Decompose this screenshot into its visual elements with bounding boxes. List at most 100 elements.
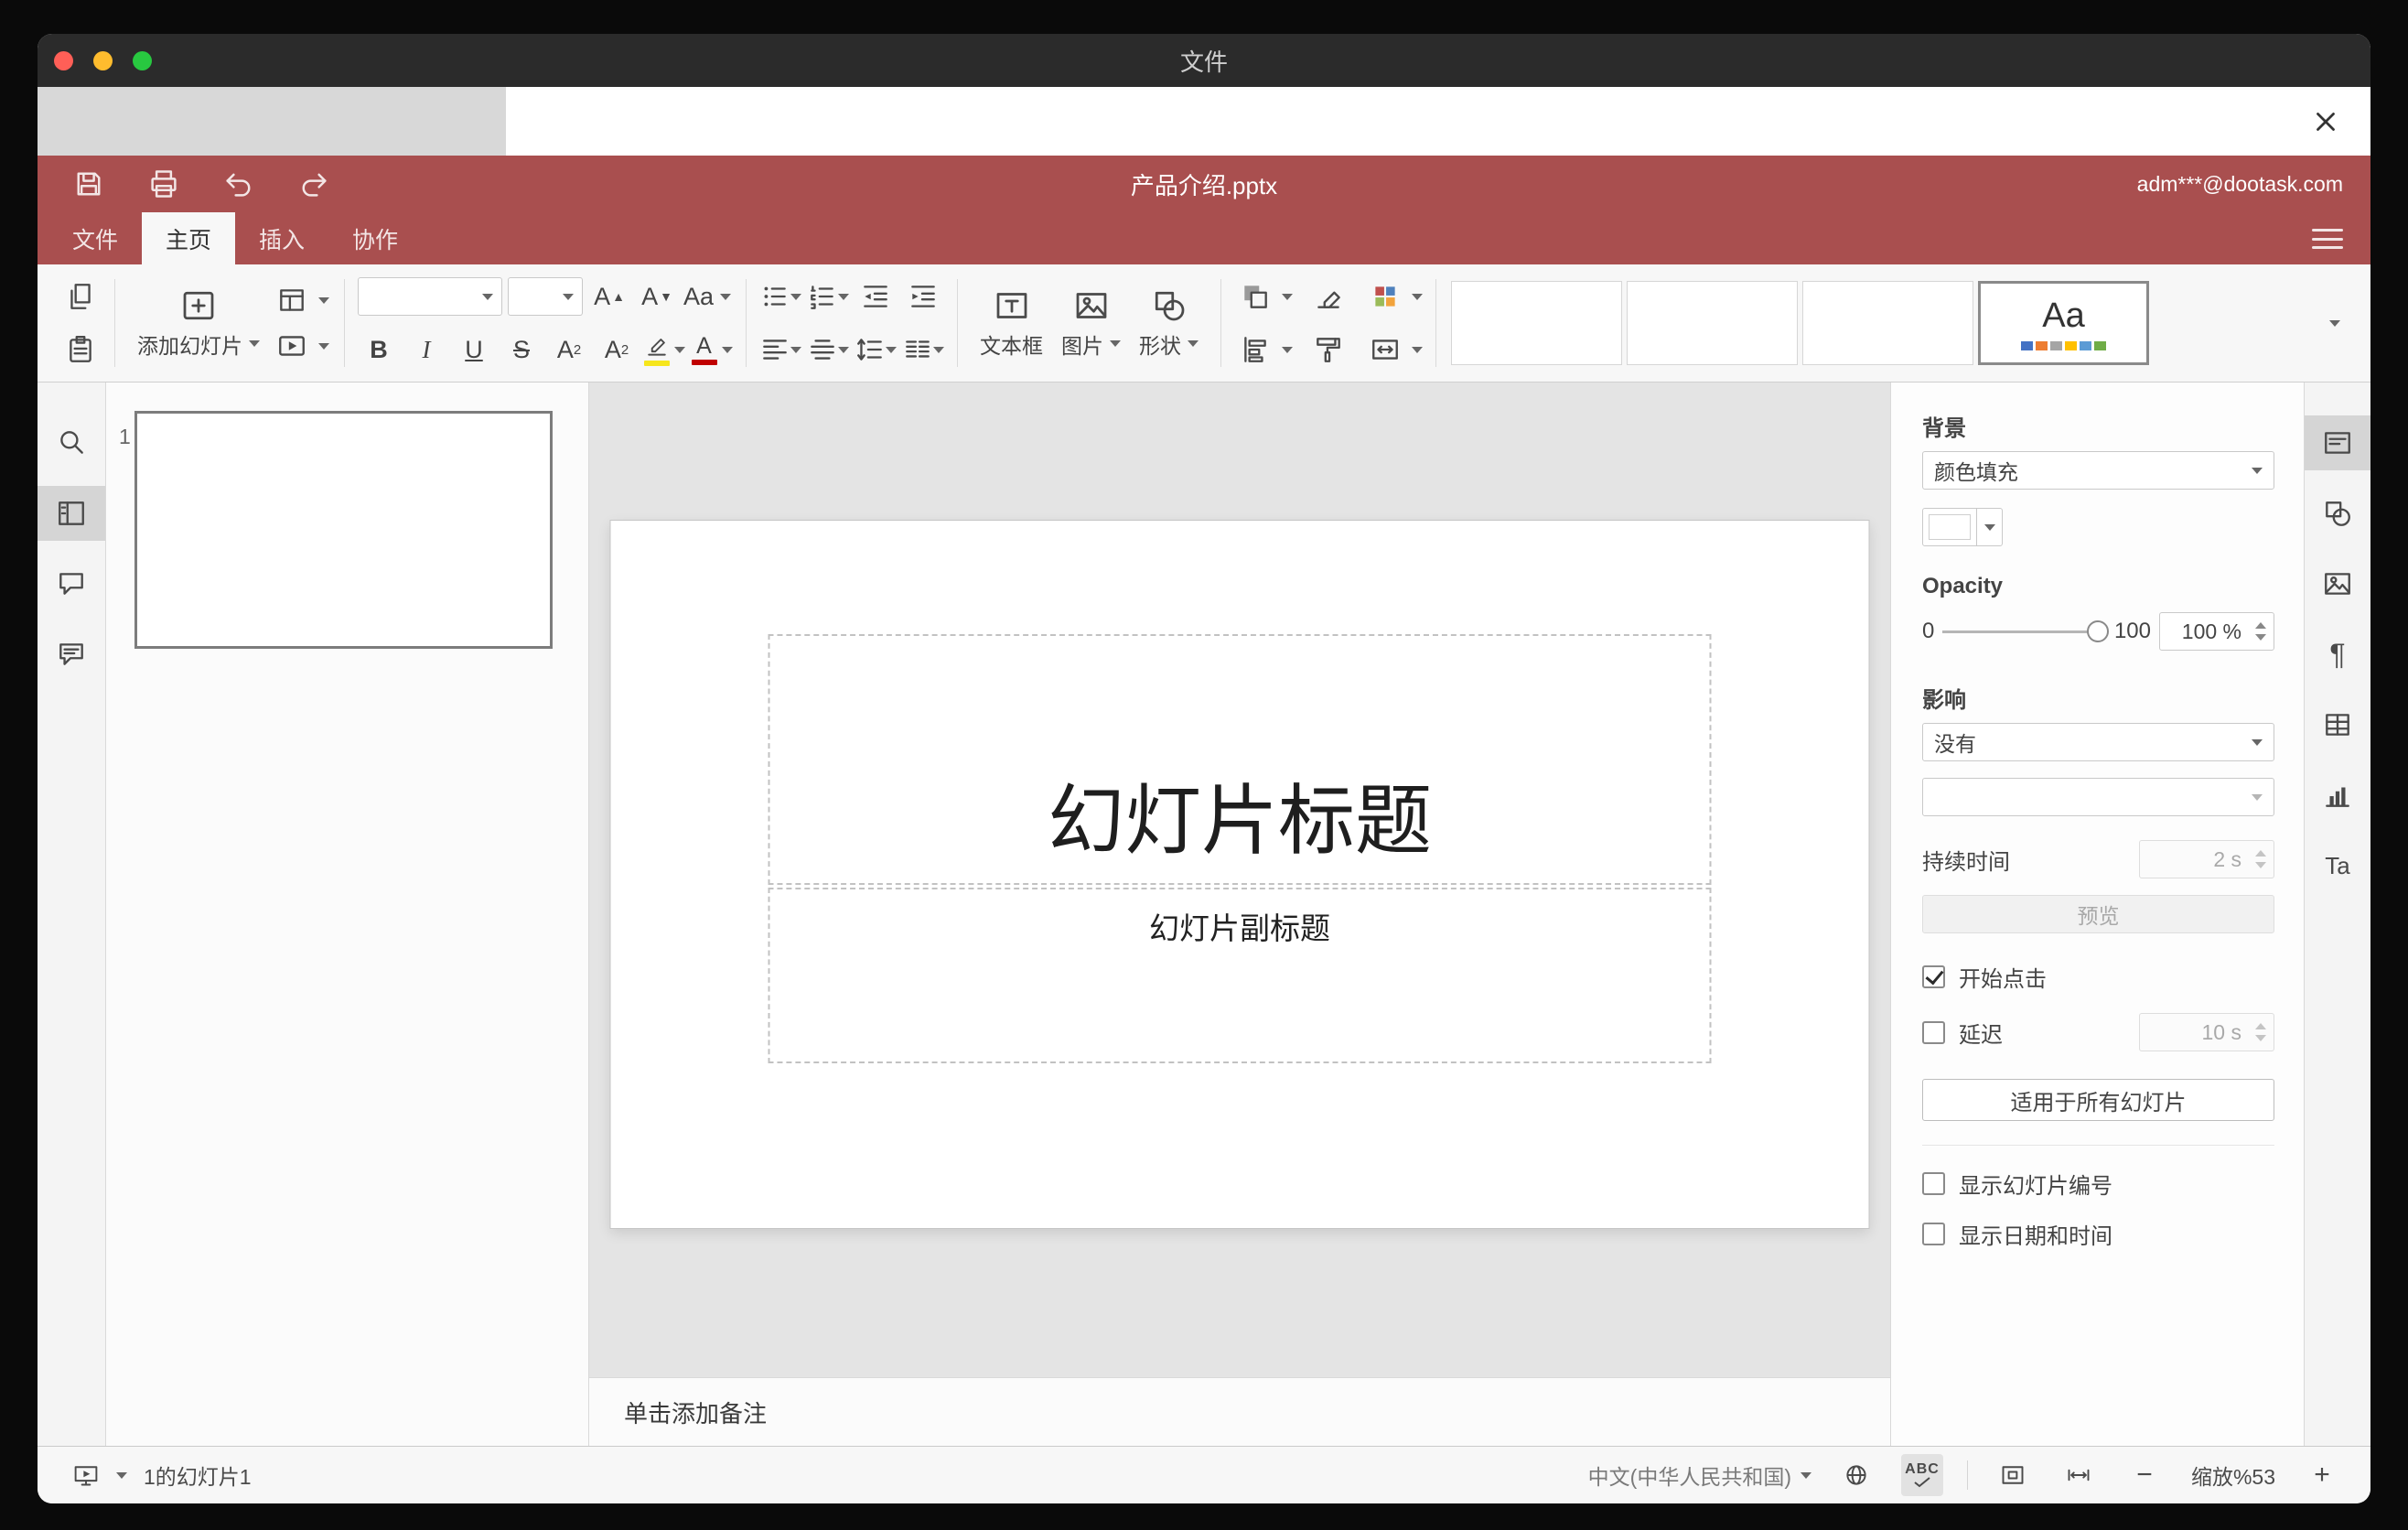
font-size-combo[interactable] [508, 277, 583, 316]
effect-type-select[interactable] [1922, 778, 2274, 816]
clear-style-button[interactable] [1307, 275, 1349, 318]
strikethrough-button[interactable]: S [500, 329, 543, 371]
theme-option-1[interactable] [1451, 281, 1622, 365]
textart-settings-button[interactable]: Ta [2305, 838, 2370, 893]
chevron-down-icon[interactable] [1282, 293, 1293, 300]
increase-indent-button[interactable] [902, 275, 944, 318]
chevron-down-icon[interactable] [1412, 346, 1423, 353]
copy-button[interactable] [59, 275, 102, 318]
print-icon[interactable] [147, 167, 180, 200]
chevron-down-icon[interactable] [1282, 346, 1293, 353]
fit-width-button[interactable] [2058, 1454, 2100, 1496]
preview-button[interactable]: 预览 [1922, 895, 2274, 933]
paragraph-settings-button[interactable]: ¶ [2305, 627, 2370, 682]
feedback-panel-button[interactable] [38, 627, 105, 682]
show-slide-number-checkbox[interactable] [1922, 1172, 1945, 1195]
color-scheme-button[interactable] [1364, 275, 1406, 318]
duration-spinner[interactable]: 2 s [2139, 840, 2274, 878]
zoom-window-button[interactable] [133, 50, 152, 70]
chevron-down-icon[interactable] [1412, 293, 1423, 300]
arrange-shape-button[interactable] [1234, 275, 1276, 318]
copy-style-button[interactable] [1307, 329, 1349, 371]
spinner-up-icon[interactable] [2255, 622, 2266, 629]
vertical-align-button[interactable] [807, 329, 849, 371]
close-editor-button[interactable] [2306, 102, 2345, 141]
slide-thumbnail[interactable] [134, 411, 553, 649]
chevron-down-icon[interactable] [318, 296, 329, 304]
theme-option-2[interactable] [1627, 281, 1798, 365]
paste-button[interactable] [59, 329, 102, 371]
menu-icon[interactable] [2312, 225, 2343, 253]
shape-settings-button[interactable] [2305, 486, 2370, 541]
align-shape-button[interactable] [1234, 329, 1276, 371]
undo-icon[interactable] [222, 167, 255, 200]
image-settings-button[interactable] [2305, 556, 2370, 611]
chart-settings-button[interactable] [2305, 768, 2370, 823]
slider-handle[interactable] [2086, 620, 2109, 642]
slides-panel-button[interactable] [38, 486, 105, 541]
show-date-time-checkbox[interactable] [1922, 1223, 1945, 1245]
theme-option-selected[interactable]: Aa [1978, 281, 2149, 365]
horizontal-align-button[interactable] [759, 329, 801, 371]
effect-select[interactable]: 没有 [1922, 723, 2274, 761]
spell-check-button[interactable]: ABC [1901, 1454, 1943, 1496]
insert-image-button[interactable]: 图片 [1052, 275, 1130, 371]
chevron-down-icon[interactable] [721, 346, 733, 353]
tab-file[interactable]: 文件 [48, 212, 142, 264]
insert-shape-button[interactable]: 形状 [1130, 275, 1208, 371]
spinner-down-icon[interactable] [2255, 634, 2266, 641]
start-on-click-checkbox[interactable] [1922, 965, 1945, 988]
decrease-font-size-button[interactable]: A ▼ [636, 275, 678, 318]
background-color-picker[interactable] [1922, 508, 2003, 546]
background-fill-select[interactable]: 颜色填充 [1922, 451, 2274, 490]
increase-font-size-button[interactable]: A ▲ [588, 275, 630, 318]
slider-track[interactable] [1942, 630, 2106, 633]
document-language-button[interactable] [1835, 1454, 1877, 1496]
table-settings-button[interactable] [2305, 697, 2370, 752]
close-window-button[interactable] [54, 50, 73, 70]
chevron-down-icon[interactable] [116, 1471, 127, 1479]
tab-home[interactable]: 主页 [142, 212, 236, 264]
theme-gallery-expand-button[interactable] [2314, 272, 2356, 374]
line-spacing-button[interactable] [855, 329, 897, 371]
slide-size-button[interactable] [1364, 329, 1406, 371]
font-color-button[interactable]: A [691, 329, 733, 371]
zoom-in-button[interactable]: + [2301, 1454, 2343, 1496]
chevron-down-icon[interactable] [318, 342, 329, 350]
preview-slideshow-button[interactable] [271, 325, 313, 367]
apply-to-all-slides-button[interactable]: 适用于所有幻灯片 [1922, 1079, 2274, 1121]
tab-collaboration[interactable]: 协作 [328, 212, 422, 264]
fit-slide-button[interactable] [1992, 1454, 2034, 1496]
delay-checkbox[interactable] [1922, 1020, 1945, 1044]
add-slide-button[interactable]: 添加幻灯片 [128, 275, 269, 371]
columns-button[interactable] [902, 329, 944, 371]
underline-button[interactable]: U [453, 329, 495, 371]
minimize-window-button[interactable] [93, 50, 113, 70]
redo-icon[interactable] [297, 167, 330, 200]
notes-area[interactable]: 单击添加备注 [589, 1377, 1890, 1446]
slide-subtitle-placeholder[interactable]: 幻灯片副标题 [768, 888, 1712, 1063]
language-selector[interactable]: 中文(中华人民共和国) [1588, 1460, 1811, 1491]
bold-button[interactable]: B [358, 329, 400, 371]
delay-spinner[interactable]: 10 s [2139, 1013, 2274, 1051]
slide-settings-button[interactable] [2305, 415, 2370, 470]
search-panel-button[interactable] [38, 415, 105, 470]
opacity-spinner[interactable]: 100 % [2159, 612, 2274, 651]
slide-layout-button[interactable] [271, 279, 313, 321]
theme-option-3[interactable] [1802, 281, 1973, 365]
decrease-indent-button[interactable] [855, 275, 897, 318]
tab-insert[interactable]: 插入 [235, 212, 328, 264]
subscript-button[interactable]: A2 [596, 329, 638, 371]
insert-textbox-button[interactable]: 文本框 [971, 275, 1052, 371]
bullet-list-button[interactable] [759, 275, 801, 318]
start-slideshow-button[interactable] [65, 1454, 107, 1496]
slide-canvas[interactable]: 幻灯片标题 幻灯片副标题 [589, 382, 1890, 1377]
italic-button[interactable]: I [405, 329, 447, 371]
comments-panel-button[interactable] [38, 556, 105, 611]
opacity-slider[interactable] [1942, 620, 2109, 643]
chevron-down-icon[interactable] [673, 346, 685, 353]
font-name-combo[interactable] [358, 277, 502, 316]
superscript-button[interactable]: A2 [548, 329, 590, 371]
save-icon[interactable] [72, 167, 105, 200]
highlight-color-button[interactable] [643, 329, 685, 371]
